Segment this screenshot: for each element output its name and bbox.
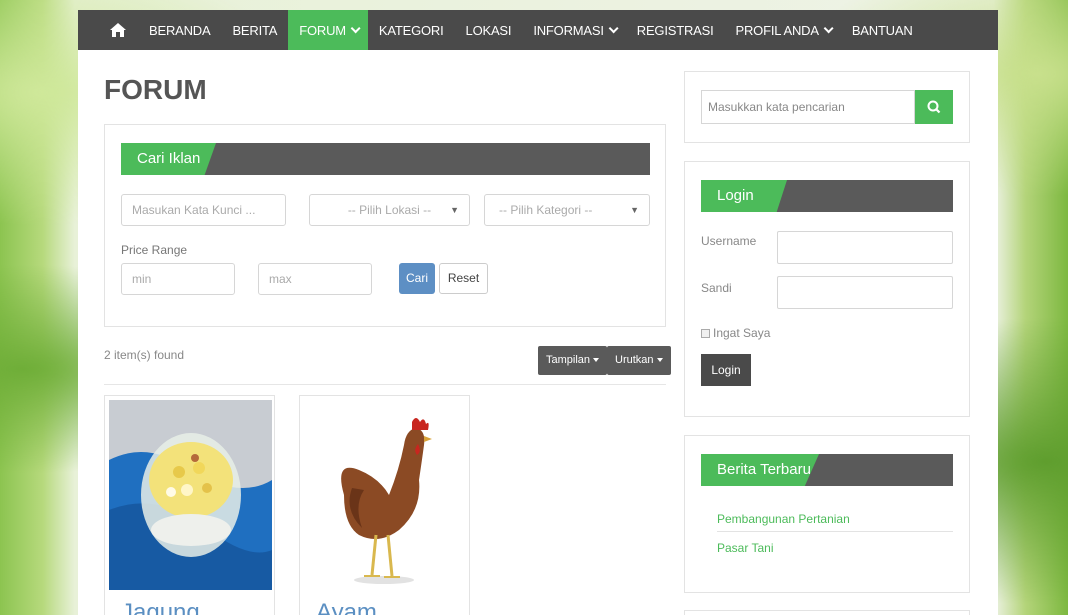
login-button[interactable]: Login [701, 354, 751, 386]
password-label: Sandi [701, 281, 732, 295]
chevron-down-icon [350, 22, 361, 33]
login-header: Login [701, 180, 953, 212]
nav-label: PROFIL ANDA [735, 22, 819, 38]
nav-label: BANTUAN [851, 22, 913, 38]
divider [717, 531, 953, 532]
news-link[interactable]: Pasar Tani [717, 541, 773, 555]
nav-registrasi[interactable]: REGISTRASI [626, 10, 725, 50]
home-icon [110, 23, 126, 37]
username-input[interactable] [777, 231, 953, 264]
news-header: Berita Terbaru [701, 454, 953, 486]
max-price-input[interactable]: max [258, 263, 372, 295]
location-select[interactable]: -- Pilih Lokasi -- ▼ [309, 194, 470, 226]
nav-label: KATEGORI [378, 22, 444, 38]
remember-me[interactable]: Ingat Saya [701, 326, 770, 340]
caret-down-icon [593, 358, 600, 363]
nav-label: BERITA [232, 22, 278, 38]
nav-label: LOKASI [465, 22, 512, 38]
panel-header: Cari Iklan [121, 143, 650, 175]
price-range-label: Price Range [121, 243, 188, 257]
nav-lokasi[interactable]: LOKASI [455, 10, 523, 50]
latest-news-box: Berita Terbaru Pembangunan Pertanian Pas… [684, 435, 970, 593]
nav-label: FORUM [299, 22, 346, 38]
nav-berita[interactable]: BERITA [221, 10, 288, 50]
sidebar-search-input[interactable]: Masukkan kata pencarian [701, 90, 915, 124]
dropdown-arrow-icon: ▼ [450, 205, 459, 215]
password-input[interactable] [777, 276, 953, 309]
login-box: Login Username Sandi Ingat Saya Login [684, 161, 970, 417]
chicken-image [304, 400, 467, 590]
remember-label: Ingat Saya [713, 326, 771, 340]
sidebar-search-button[interactable] [915, 90, 953, 124]
corn-jar-image [109, 400, 272, 590]
chevron-down-icon [823, 22, 834, 33]
search-icon [927, 100, 941, 114]
nav-home[interactable] [106, 10, 138, 50]
page-container: BERANDA BERITA FORUM KATEGORI LOKASI INF… [78, 10, 998, 615]
category-select-value: -- Pilih Kategori -- [499, 203, 593, 217]
nav-label: REGISTRASI [636, 22, 714, 38]
caret-down-icon [656, 358, 663, 363]
category-select[interactable]: -- Pilih Kategori -- ▼ [484, 194, 650, 226]
sort-dropdown-button[interactable]: Urutkan [607, 346, 671, 375]
nav-kategori[interactable]: KATEGORI [368, 10, 455, 50]
news-title: Berita Terbaru [701, 454, 819, 486]
username-label: Username [701, 234, 757, 248]
nav-profil[interactable]: PROFIL ANDA [725, 10, 841, 50]
login-title: Login [701, 180, 787, 212]
nav-forum[interactable]: FORUM [288, 10, 368, 50]
nav-label: BERANDA [149, 22, 211, 38]
results-count: 2 item(s) found [104, 348, 185, 362]
panel-title: Cari Iklan [121, 143, 216, 175]
reset-button[interactable]: Reset [439, 263, 488, 294]
page-title: FORUM [104, 74, 207, 105]
nav-label: INFORMASI [533, 22, 604, 38]
dropdown-arrow-icon: ▼ [630, 205, 639, 215]
listing-card[interactable]: Jagung [104, 395, 275, 615]
nav-informasi[interactable]: INFORMASI [522, 10, 625, 50]
location-select-value: -- Pilih Lokasi -- [347, 203, 432, 217]
view-button-label: Tampilan [546, 354, 591, 366]
main-navbar: BERANDA BERITA FORUM KATEGORI LOKASI INF… [78, 10, 998, 50]
news-link[interactable]: Pembangunan Pertanian [717, 512, 850, 526]
view-dropdown-button[interactable]: Tampilan [538, 346, 608, 375]
remember-checkbox[interactable] [701, 329, 710, 338]
min-price-input[interactable]: min [121, 263, 235, 295]
listing-title[interactable]: Jagung [121, 599, 200, 615]
listing-card[interactable]: Ayam [299, 395, 470, 615]
keyword-input[interactable]: Masukan Kata Kunci ... [121, 194, 286, 226]
listing-title[interactable]: Ayam [316, 599, 377, 615]
nav-bantuan[interactable]: BANTUAN [841, 10, 924, 50]
nav-beranda[interactable]: BERANDA [138, 10, 221, 50]
search-ad-panel: Cari Iklan Masukan Kata Kunci ... -- Pil… [104, 124, 666, 327]
sort-button-label: Urutkan [615, 354, 654, 366]
sidebar-search-box: Masukkan kata pencarian [684, 71, 970, 143]
sidebar-next-box [684, 610, 970, 615]
search-button[interactable]: Cari [399, 263, 435, 294]
chevron-down-icon [608, 22, 619, 33]
divider [104, 384, 666, 385]
